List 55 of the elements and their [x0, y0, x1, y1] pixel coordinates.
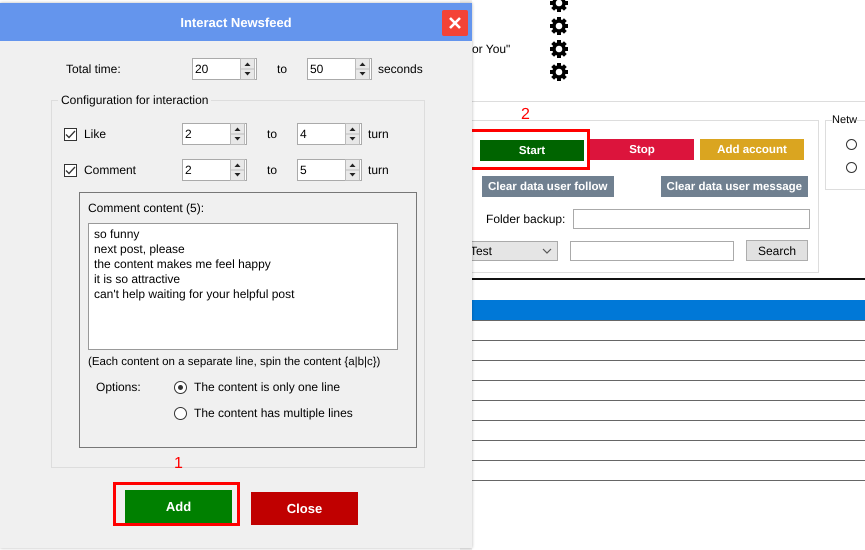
callout-number: 2 [521, 106, 530, 124]
input-field[interactable] [573, 209, 810, 229]
caption-text: or You" [472, 42, 510, 56]
unit-label: turn [368, 127, 389, 141]
options-label: Options: [96, 380, 142, 396]
hint-text: (Each content on a separate line, spin the content {a|b|c}) [88, 356, 382, 368]
gear-icon [550, 17, 568, 35]
radio-button[interactable] [174, 406, 187, 420]
spin-arrows-icon [355, 58, 370, 80]
spin-arrows-icon [230, 159, 245, 181]
checkbox[interactable] [64, 164, 77, 176]
spin-arrows-icon [230, 123, 245, 145]
checkbox-label: Comment [83, 163, 138, 177]
spin-arrows-icon [240, 58, 255, 80]
field-label: Total time: [66, 62, 122, 76]
number-field[interactable]: 2 [182, 159, 247, 181]
number-field[interactable]: 50 [307, 58, 372, 80]
number-field[interactable]: 2 [182, 123, 247, 145]
section-title: Comment content (5): [88, 201, 206, 215]
number-field[interactable]: 20 [192, 58, 257, 80]
spin-arrows-icon [345, 123, 360, 145]
close-icon [448, 16, 462, 30]
field-label: Folder backup: [486, 212, 566, 226]
unit-label: seconds [378, 62, 423, 76]
clear-button[interactable]: Clear data user message [660, 176, 808, 197]
radio-button[interactable] [846, 162, 858, 173]
group-title: Netw [832, 114, 858, 126]
number-field[interactable]: 5 [297, 159, 362, 181]
radio-button[interactable] [174, 380, 187, 394]
action-button[interactable]: Start [480, 140, 584, 161]
callout-number: 1 [174, 455, 183, 473]
radio-label: The content is only one line [194, 380, 340, 394]
radio-label: The content has multiple lines [194, 406, 353, 420]
number-field[interactable]: 4 [297, 123, 362, 145]
action-button[interactable]: Stop [590, 139, 694, 160]
window-title: Interact Newsfeed [180, 14, 292, 30]
gear-icon [550, 40, 568, 58]
spin-arrows-icon [345, 159, 360, 181]
chevron-down-icon [542, 248, 552, 254]
search-button[interactable]: Search [746, 240, 808, 261]
input-field[interactable]: so funny next post, please the content makes me feel happy it is so attractive can't help waiting for your helpful post [88, 223, 398, 350]
to-label: to [266, 163, 278, 177]
clear-button[interactable]: Clear data user follow [482, 176, 614, 197]
checkbox[interactable] [64, 128, 77, 140]
close-button[interactable] [442, 10, 468, 36]
group-title: Configuration for interaction [58, 93, 212, 107]
to-label: to [266, 127, 278, 141]
unit-label: turn [368, 163, 389, 177]
checkbox-label: Like [83, 127, 108, 141]
to-label: to [276, 62, 288, 76]
add-button[interactable]: Add [125, 490, 232, 523]
close-button[interactable]: Close [251, 492, 358, 524]
gear-icon [550, 63, 568, 81]
radio-button[interactable] [846, 139, 858, 150]
search-field[interactable] [570, 240, 734, 260]
